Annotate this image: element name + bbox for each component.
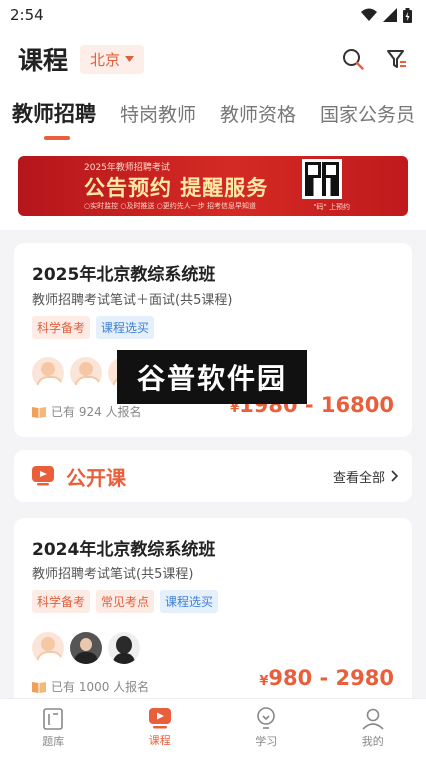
teacher-avatar [32, 357, 64, 389]
status-bar: 2:54 [0, 0, 426, 30]
caret-down-icon [125, 56, 135, 62]
qr-caption: "码" 上预约 [313, 203, 350, 211]
price-range: 980 - 2980 [268, 666, 394, 690]
city-label: 北京 [90, 50, 121, 69]
teacher-avatar [70, 632, 102, 664]
nav-label: 题库 [42, 734, 65, 748]
banner-tags: ○实时监控 ○及时推送 ○更约先人一步 招考信息早知道 [84, 202, 256, 210]
tab-civil-servant[interactable]: 国家公务员 [320, 98, 415, 127]
video-icon [148, 708, 171, 729]
book-icon [32, 681, 46, 693]
teacher-avatar [70, 357, 102, 389]
chevron-right-icon [391, 470, 398, 482]
battery-icon [403, 7, 412, 23]
signal-icon [383, 8, 397, 22]
course-card[interactable]: 2024年北京教综系统班 教师招聘考试笔试(共5课程) 科学备考 常见考点 课程… [14, 518, 412, 698]
course-tag: 课程选买 [96, 316, 155, 339]
course-subtitle: 教师招聘考试笔试(共5课程) [32, 567, 194, 582]
nav-item-courses[interactable]: 课程 [107, 699, 214, 757]
watermark-text: 谷普软件园 [136, 362, 287, 395]
course-title: 2024年北京教综系统班 [32, 540, 216, 560]
nav-label: 学习 [255, 735, 278, 748]
course-subtitle: 教师招聘考试笔试＋面试(共5课程) [32, 293, 233, 308]
tab-teacher-recruitment[interactable]: 教师招聘 [12, 98, 96, 140]
nav-item-question-bank[interactable]: 题库 [0, 699, 107, 757]
document-icon [43, 707, 64, 730]
course-price: ¥980 - 2980 [259, 666, 394, 690]
bottom-nav: 题库 课程 学习 我的 [0, 698, 426, 757]
course-tag: 科学备考 [32, 316, 91, 339]
page-title: 课程 [18, 46, 69, 75]
wifi-icon [361, 8, 377, 21]
banner-title: 公告预约 提醒服务 [84, 176, 269, 200]
enroll-count: 已有 924 人报名 [51, 405, 142, 419]
nav-label: 我的 [361, 734, 384, 748]
city-selector[interactable]: 北京 [80, 44, 145, 74]
teacher-avatar [32, 632, 64, 664]
lightbulb-icon [257, 707, 276, 729]
watermark-logo: 谷普软件园 [117, 350, 307, 404]
category-tabs: 教师招聘 特岗教师 教师资格 国家公务员 [0, 88, 426, 150]
course-tag: 课程选买 [160, 590, 219, 613]
tab-teacher-qualification[interactable]: 教师资格 [220, 98, 296, 127]
status-time: 2:54 [10, 6, 44, 24]
course-card[interactable]: 2025年北京教综系统班 教师招聘考试笔试＋面试(共5课程) 科学备考 课程选买… [14, 243, 412, 437]
view-all-label: 查看全部 [332, 470, 385, 486]
open-class-title: 公开课 [66, 465, 126, 490]
view-all-link[interactable]: 查看全部 [333, 467, 398, 486]
user-icon [362, 708, 384, 730]
open-class-header[interactable]: 公开课 查看全部 [14, 450, 412, 502]
nav-item-study[interactable]: 学习 [213, 699, 320, 757]
course-title: 2025年北京教综系统班 [32, 265, 216, 285]
teacher-avatar [108, 632, 140, 664]
course-tag: 常见考点 [96, 590, 155, 613]
course-tag: 科学备考 [32, 590, 91, 613]
nav-item-profile[interactable]: 我的 [320, 699, 426, 757]
promo-banner[interactable]: 2025年教师招聘考试 公告预约 提醒服务 ○实时监控 ○及时推送 ○更约先人一… [18, 156, 408, 216]
page-header: 课程 北京 [0, 30, 426, 88]
qr-code-icon [302, 159, 342, 199]
tab-special-teacher[interactable]: 特岗教师 [120, 98, 196, 127]
filter-icon[interactable] [386, 48, 408, 70]
nav-label: 课程 [148, 734, 171, 747]
enroll-count: 已有 1000 人报名 [51, 680, 150, 694]
video-icon [32, 466, 54, 486]
book-icon [32, 406, 46, 418]
search-icon[interactable] [342, 48, 364, 70]
